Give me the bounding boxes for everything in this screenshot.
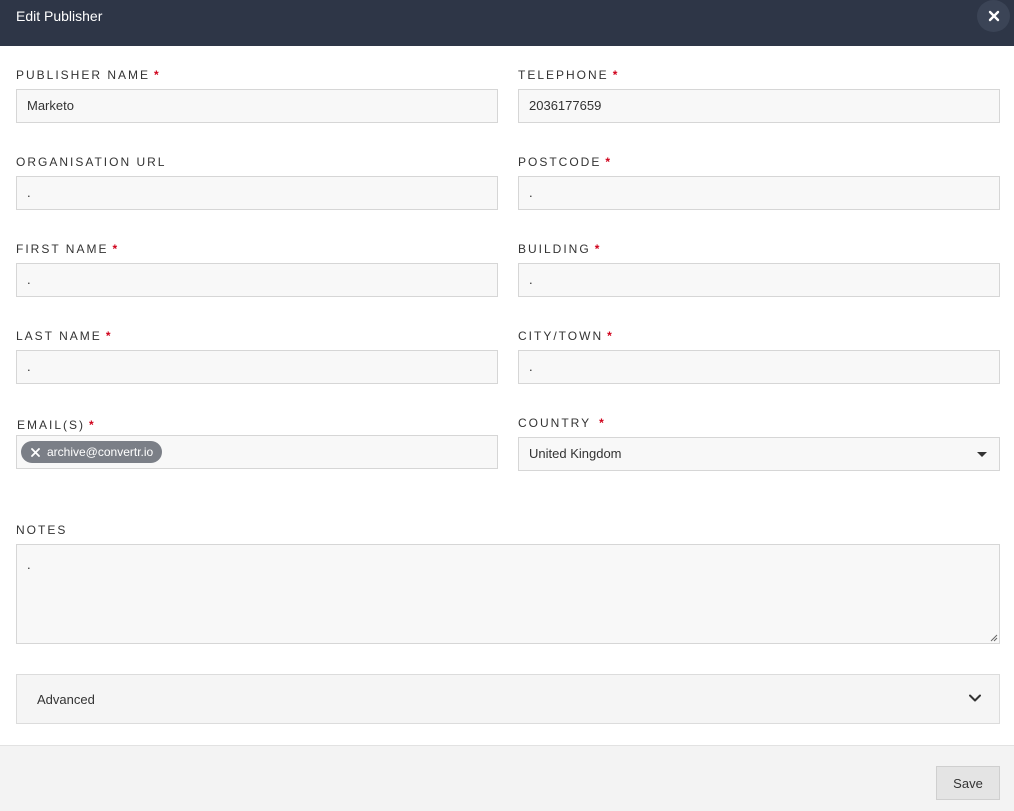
resize-grip-icon[interactable]	[990, 634, 998, 642]
last-name-input[interactable]: .	[16, 350, 498, 384]
close-icon	[988, 10, 999, 22]
required-marker: *	[112, 242, 120, 256]
required-marker: *	[605, 155, 613, 169]
advanced-label: Advanced	[37, 692, 95, 707]
required-marker: *	[607, 329, 614, 343]
first-name-label: FIRST NAME	[16, 242, 109, 256]
x-icon[interactable]	[31, 447, 40, 457]
country-select-value: United Kingdom	[529, 446, 622, 461]
modal-title: Edit Publisher	[16, 8, 103, 24]
postcode-group: POSTCODE * .	[518, 155, 1000, 210]
close-button[interactable]	[977, 0, 1010, 32]
last-name-label: LAST NAME	[16, 329, 102, 343]
notes-label: NOTES	[16, 523, 68, 537]
chevron-down-icon	[969, 694, 981, 702]
country-group: COUNTRY * United Kingdom	[518, 416, 1000, 471]
postcode-label: POSTCODE	[518, 155, 602, 169]
modal-header: Edit Publisher	[0, 0, 1014, 46]
city-town-group: CITY/TOWN * .	[518, 329, 1000, 384]
organisation-url-input[interactable]: .	[16, 176, 498, 210]
required-marker: *	[105, 329, 113, 343]
notes-group: NOTES	[16, 523, 498, 537]
country-select[interactable]: United Kingdom	[518, 437, 1000, 471]
publisher-name-group: PUBLISHER NAME * Marketo	[16, 68, 498, 123]
save-button[interactable]: Save	[936, 766, 1000, 800]
notes-textarea[interactable]: .	[16, 544, 1000, 644]
city-town-label: CITY/TOWN	[518, 329, 604, 343]
building-group: BUILDING * .	[518, 242, 1000, 297]
building-label: BUILDING	[518, 242, 591, 256]
emails-tags-input[interactable]: archive@convertr.io	[16, 435, 498, 469]
required-marker: *	[612, 68, 620, 82]
caret-down-icon	[977, 452, 987, 457]
modal-footer: Save	[0, 745, 1014, 811]
required-marker: *	[154, 68, 161, 82]
required-marker: *	[594, 242, 602, 256]
last-name-group: LAST NAME * .	[16, 329, 498, 384]
publisher-name-label: PUBLISHER NAME	[16, 68, 151, 82]
emails-group: EMAIL(S) * archive@convertr.io	[16, 418, 498, 469]
required-marker: *	[89, 418, 96, 432]
publisher-name-input[interactable]: Marketo	[16, 89, 498, 123]
email-tag: archive@convertr.io	[21, 441, 163, 463]
country-label: COUNTRY	[518, 416, 592, 430]
organisation-url-label: ORGANISATION URL	[16, 155, 167, 169]
email-tag-label: archive@convertr.io	[47, 445, 154, 459]
first-name-input[interactable]: .	[16, 263, 498, 297]
advanced-section-toggle[interactable]: Advanced	[16, 674, 1000, 724]
telephone-input[interactable]: 2036177659	[518, 89, 1000, 123]
emails-label: EMAIL(S)	[17, 418, 86, 432]
organisation-url-group: ORGANISATION URL .	[16, 155, 498, 210]
city-town-input[interactable]: .	[518, 350, 1000, 384]
required-marker: *	[599, 416, 606, 430]
first-name-group: FIRST NAME * .	[16, 242, 498, 297]
telephone-label: TELEPHONE	[518, 68, 609, 82]
building-input[interactable]: .	[518, 263, 1000, 297]
notes-value: .	[27, 557, 31, 572]
telephone-group: TELEPHONE * 2036177659	[518, 68, 1000, 123]
postcode-input[interactable]: .	[518, 176, 1000, 210]
edit-publisher-modal: Edit Publisher PUBLISHER NAME * Marketo T…	[0, 0, 1014, 811]
